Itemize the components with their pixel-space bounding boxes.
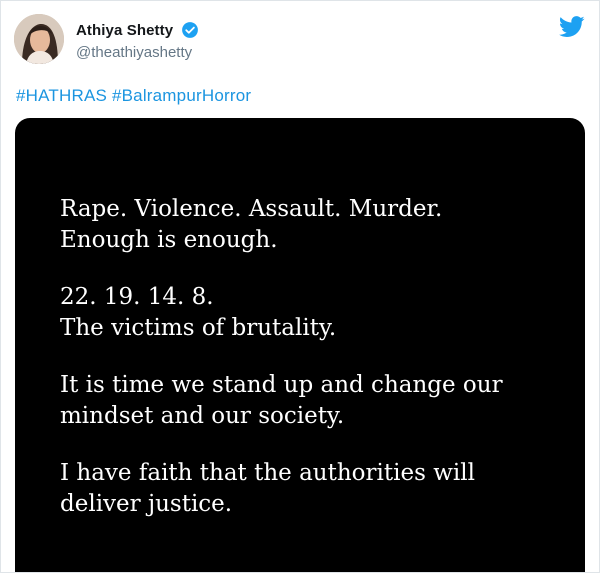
image-text-line: deliver justice. — [60, 491, 233, 518]
author-handle[interactable]: @theathiyashetty — [76, 44, 192, 61]
tweet-image[interactable]: Rape. Violence. Assault. Murder. Enough … — [15, 118, 585, 572]
tweet-card: Athiya Shetty @theathiyashetty #HATHRAS … — [0, 0, 600, 573]
image-text-line: 22. 19. 14. 8. — [60, 284, 214, 311]
verified-badge-icon — [182, 22, 198, 38]
avatar[interactable] — [14, 14, 64, 64]
image-text-line: mindset and our society. — [60, 402, 345, 429]
image-text-line: Enough is enough. — [60, 226, 278, 253]
image-text-line: It is time we stand up and change our — [60, 372, 503, 399]
avatar-image — [14, 14, 64, 64]
image-paragraph: Rape. Violence. Assault. Murder. Enough … — [60, 194, 575, 255]
image-text-line: I have faith that the authorities will — [60, 460, 475, 487]
author-name[interactable]: Athiya Shetty — [76, 22, 173, 39]
image-text-line: The victims of brutality. — [60, 314, 337, 341]
image-paragraph: It is time we stand up and change our mi… — [60, 370, 575, 431]
image-paragraph: 22. 19. 14. 8. The victims of brutality. — [60, 282, 575, 343]
image-paragraph: I have faith that the authorities will d… — [60, 458, 575, 519]
hashtag-link[interactable]: #BalrampurHorror — [112, 86, 251, 105]
image-text: Rape. Violence. Assault. Murder. Enough … — [60, 194, 575, 547]
twitter-bird-icon[interactable] — [559, 16, 585, 38]
tweet-hashtags: #HATHRAS #BalrampurHorror — [16, 86, 251, 106]
hashtag-link[interactable]: #HATHRAS — [16, 86, 107, 105]
image-text-line: Rape. Violence. Assault. Murder. — [60, 196, 443, 222]
